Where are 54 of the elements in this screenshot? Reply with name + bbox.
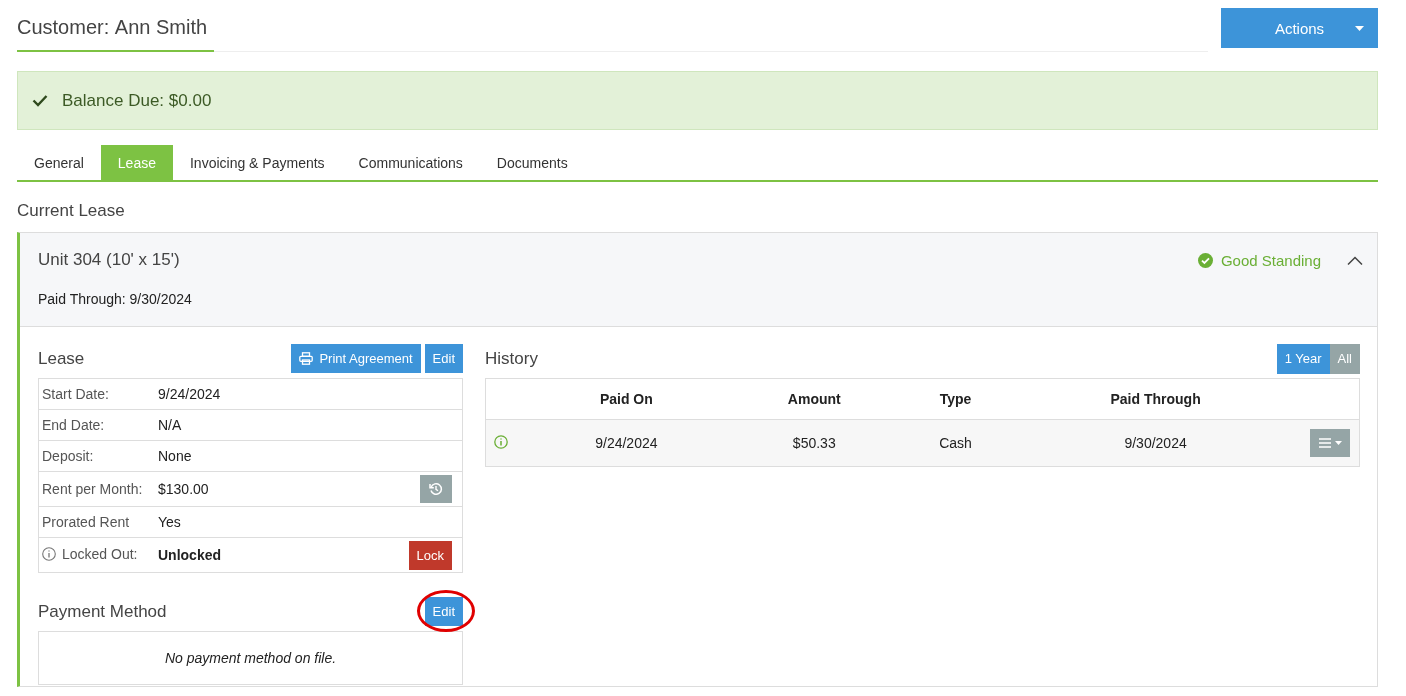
check-circle-icon [1197,252,1213,268]
field-value: 9/24/2024 [155,378,406,410]
page-title: Customer: Ann Smith [17,8,214,52]
caret-icon [1355,26,1364,31]
table-cell: 9/24/2024 [525,419,728,467]
edit-button[interactable]: Edit [424,597,463,626]
lease-heading: Lease [38,348,85,369]
actions-button[interactable]: Actions [1221,8,1378,48]
section-title: Current Lease [17,200,126,222]
column-header: Amount [727,378,901,420]
lock-button[interactable]: Lock [408,540,452,570]
column-header: Type [900,378,1011,420]
table-cell: Cash [900,419,1011,467]
info-icon [42,547,56,561]
field-value: None [155,440,406,472]
history-heading: History [485,348,538,369]
column-header: Paid Through [1010,378,1301,420]
tab[interactable]: General [17,145,101,180]
field-label: Locked Out: [62,546,138,562]
chevron-up-icon[interactable] [1347,255,1363,265]
tab[interactable]: Documents [479,145,585,180]
field-label: Deposit: [38,440,155,472]
unit-title: Unit 304 (10' x 15') [38,250,180,270]
range-toggle[interactable]: All [1329,343,1360,374]
field-value: Unlocked [155,537,406,573]
printer-icon [299,352,314,365]
caret-icon [1334,441,1342,445]
tab[interactable]: Lease [100,145,173,180]
paid-through-text: Paid Through: 9/30/2024 [38,291,193,307]
field-label: End Date: [38,409,155,441]
row-menu-button[interactable] [1310,429,1350,457]
table-cell: $50.33 [727,419,901,467]
balance-due-text: Balance Due: $0.00 [62,90,212,111]
payment-method-heading: Payment Method [38,601,167,622]
field-value: Yes [155,506,406,538]
edit-button[interactable]: Edit [424,344,463,373]
field-label: Prorated Rent [38,506,155,538]
history-button[interactable] [420,475,452,503]
field-label: Rent per Month: [38,471,155,507]
status-text: Good Standing [1220,251,1321,269]
history-icon [429,482,443,496]
range-toggle[interactable]: 1 Year [1276,343,1330,374]
print-agreement-button[interactable]: Print Agreement [291,344,421,373]
tab[interactable]: Invoicing & Payments [172,145,342,180]
menu-icon [1318,438,1331,448]
field-label: Start Date: [38,378,155,410]
field-value: $130.00 [155,471,406,507]
field-value: N/A [155,409,406,441]
column-header: Paid On [525,378,728,420]
empty-message: No payment method on file. [38,631,463,685]
table-cell: 9/30/2024 [1010,419,1301,467]
tab[interactable]: Communications [341,145,480,180]
info-icon[interactable] [494,434,508,449]
check-icon [32,94,48,107]
